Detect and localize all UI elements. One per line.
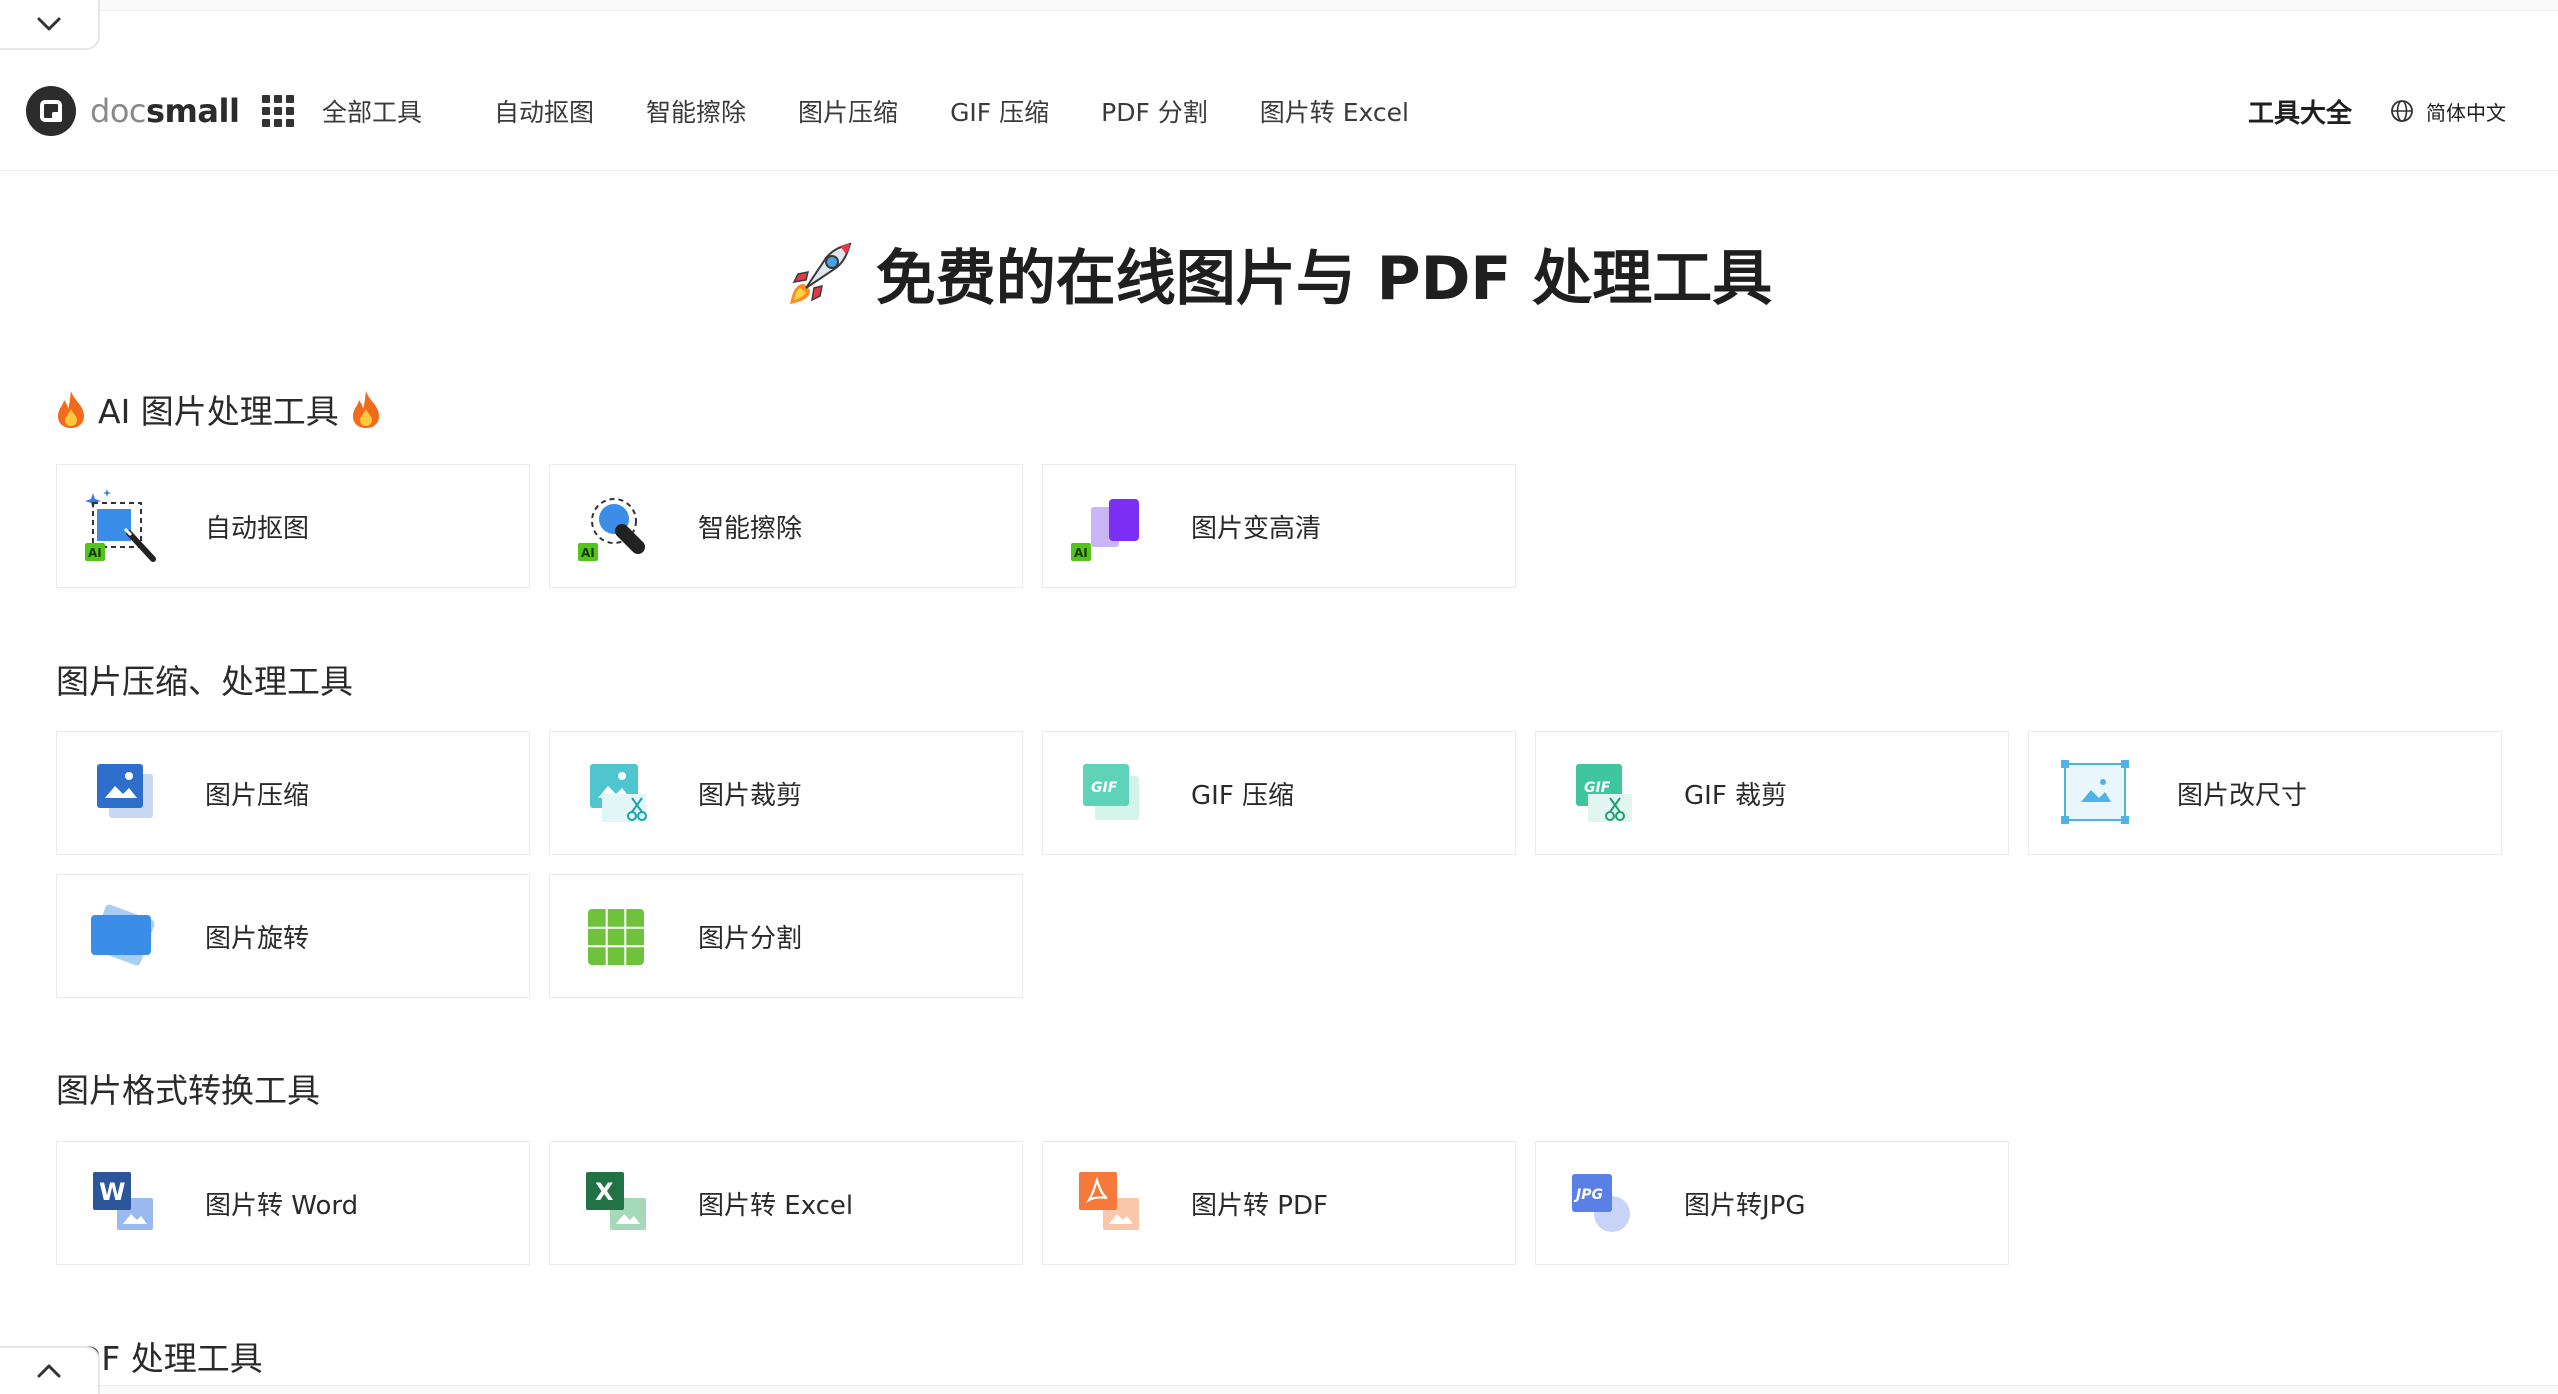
tools-all-link[interactable]: 工具大全 — [2248, 93, 2352, 130]
header-right: 工具大全 简体中文 — [2248, 93, 2506, 130]
ai-erase-icon: AI — [576, 487, 656, 567]
nav-pdf-split[interactable]: PDF 分割 — [1101, 93, 1208, 129]
chevron-down-icon — [36, 16, 62, 32]
svg-text:GIF: GIF — [1584, 780, 1611, 796]
tool-card-smart-erase[interactable]: AI 智能擦除 — [549, 464, 1023, 588]
site-logo[interactable]: docsmall — [26, 86, 240, 136]
tool-card-image-resize[interactable]: 图片改尺寸 — [2028, 731, 2502, 855]
image-to-word-icon: W — [83, 1164, 163, 1244]
top-border — [0, 0, 2558, 11]
tool-card-gif-crop[interactable]: GIF GIF 裁剪 — [1535, 731, 2009, 855]
section-convert-label: 图片格式转换工具 — [56, 1071, 320, 1110]
tool-label: 图片旋转 — [205, 923, 310, 954]
tool-card-image-to-word[interactable]: W 图片转 Word — [56, 1141, 530, 1265]
image-compress-icon — [83, 754, 163, 834]
nav-image-compress[interactable]: 图片压缩 — [798, 93, 898, 129]
globe-icon — [2390, 99, 2414, 123]
tool-card-image-crop[interactable]: 图片裁剪 — [549, 731, 1023, 855]
tool-card-image-compress[interactable]: 图片压缩 — [56, 731, 530, 855]
tool-label: GIF 压缩 — [1191, 780, 1295, 811]
section-compress-title: 图片压缩、处理工具 — [56, 655, 353, 703]
tool-card-image-to-jpg[interactable]: JPG 图片转JPG — [1535, 1141, 2009, 1265]
nav-smart-erase[interactable]: 智能擦除 — [646, 93, 746, 129]
tool-label: 图片改尺寸 — [2177, 780, 2308, 811]
image-rotate-icon — [83, 897, 163, 977]
main-nav: 全部工具 自动抠图 智能擦除 图片压缩 GIF 压缩 PDF 分割 图片转 Ex… — [262, 81, 1461, 141]
image-crop-icon — [576, 754, 656, 834]
section-ai-title: AI 图片处理工具 — [56, 385, 381, 433]
svg-text:AI: AI — [88, 546, 102, 560]
bottom-border — [0, 1385, 2558, 1394]
tool-card-upscale[interactable]: AI 图片变高清 — [1042, 464, 1516, 588]
tool-card-image-rotate[interactable]: 图片旋转 — [56, 874, 530, 998]
image-to-pdf-icon — [1069, 1164, 1149, 1244]
site-header: docsmall 全部工具 自动抠图 智能擦除 图片压缩 GIF 压缩 PDF … — [0, 52, 2558, 171]
ai-cutout-icon: AI — [83, 487, 163, 567]
tool-label: 图片变高清 — [1191, 513, 1322, 544]
page-title: 免费的在线图片与 PDF 处理工具 — [0, 230, 2558, 317]
tool-card-image-split[interactable]: 图片分割 — [549, 874, 1023, 998]
expand-toggle[interactable] — [0, 1346, 100, 1394]
svg-text:JPG: JPG — [1573, 1187, 1603, 1203]
hero-title-text: 免费的在线图片与 PDF 处理工具 — [875, 244, 1773, 314]
tool-card-gif-compress[interactable]: GIF GIF 压缩 — [1042, 731, 1516, 855]
language-label: 简体中文 — [2426, 100, 2506, 125]
tool-label: 智能擦除 — [698, 513, 803, 544]
rocket-icon — [786, 240, 854, 308]
tool-label: 图片压缩 — [205, 780, 310, 811]
gif-compress-icon: GIF — [1069, 754, 1149, 834]
nav-all-tools[interactable]: 全部工具 — [322, 93, 422, 129]
tool-label: 图片分割 — [698, 923, 803, 954]
fire-icon — [351, 389, 381, 429]
image-to-excel-icon: X — [576, 1164, 656, 1244]
image-split-icon — [576, 897, 656, 977]
logo-text: docsmall — [90, 92, 240, 130]
svg-text:AI: AI — [581, 546, 595, 560]
tool-label: 图片裁剪 — [698, 780, 803, 811]
logo-icon — [26, 86, 76, 136]
tool-label: 图片转 Word — [205, 1190, 359, 1221]
svg-text:AI: AI — [1074, 546, 1088, 560]
tool-label: 图片转 PDF — [1191, 1190, 1328, 1221]
section-compress-label: 图片压缩、处理工具 — [56, 662, 353, 701]
image-resize-icon — [2055, 754, 2135, 834]
nav-gif-compress[interactable]: GIF 压缩 — [950, 93, 1049, 129]
nav-image-to-excel[interactable]: 图片转 Excel — [1260, 93, 1409, 129]
tool-card-auto-cutout[interactable]: AI 自动抠图 — [56, 464, 530, 588]
ai-upscale-icon: AI — [1069, 487, 1149, 567]
tool-label: 图片转 Excel — [698, 1190, 854, 1221]
fire-icon — [56, 389, 86, 429]
collapse-toggle[interactable] — [0, 0, 100, 50]
language-selector[interactable]: 简体中文 — [2390, 97, 2506, 126]
tool-label: GIF 裁剪 — [1684, 780, 1788, 811]
tool-label: 自动抠图 — [205, 513, 310, 544]
tool-label: 图片转JPG — [1684, 1190, 1806, 1221]
svg-text:W: W — [99, 1178, 125, 1206]
gif-crop-icon: GIF — [1562, 754, 1642, 834]
section-ai-label: AI 图片处理工具 — [98, 392, 339, 431]
nav-auto-cutout[interactable]: 自动抠图 — [494, 93, 594, 129]
svg-text:X: X — [595, 1178, 614, 1206]
chevron-up-icon — [36, 1363, 62, 1379]
tool-card-image-to-excel[interactable]: X 图片转 Excel — [549, 1141, 1023, 1265]
image-to-jpg-icon: JPG — [1562, 1164, 1642, 1244]
svg-text:GIF: GIF — [1091, 780, 1118, 796]
section-convert-title: 图片格式转换工具 — [56, 1064, 320, 1112]
apps-grid-icon[interactable] — [262, 95, 294, 127]
tool-card-image-to-pdf[interactable]: 图片转 PDF — [1042, 1141, 1516, 1265]
